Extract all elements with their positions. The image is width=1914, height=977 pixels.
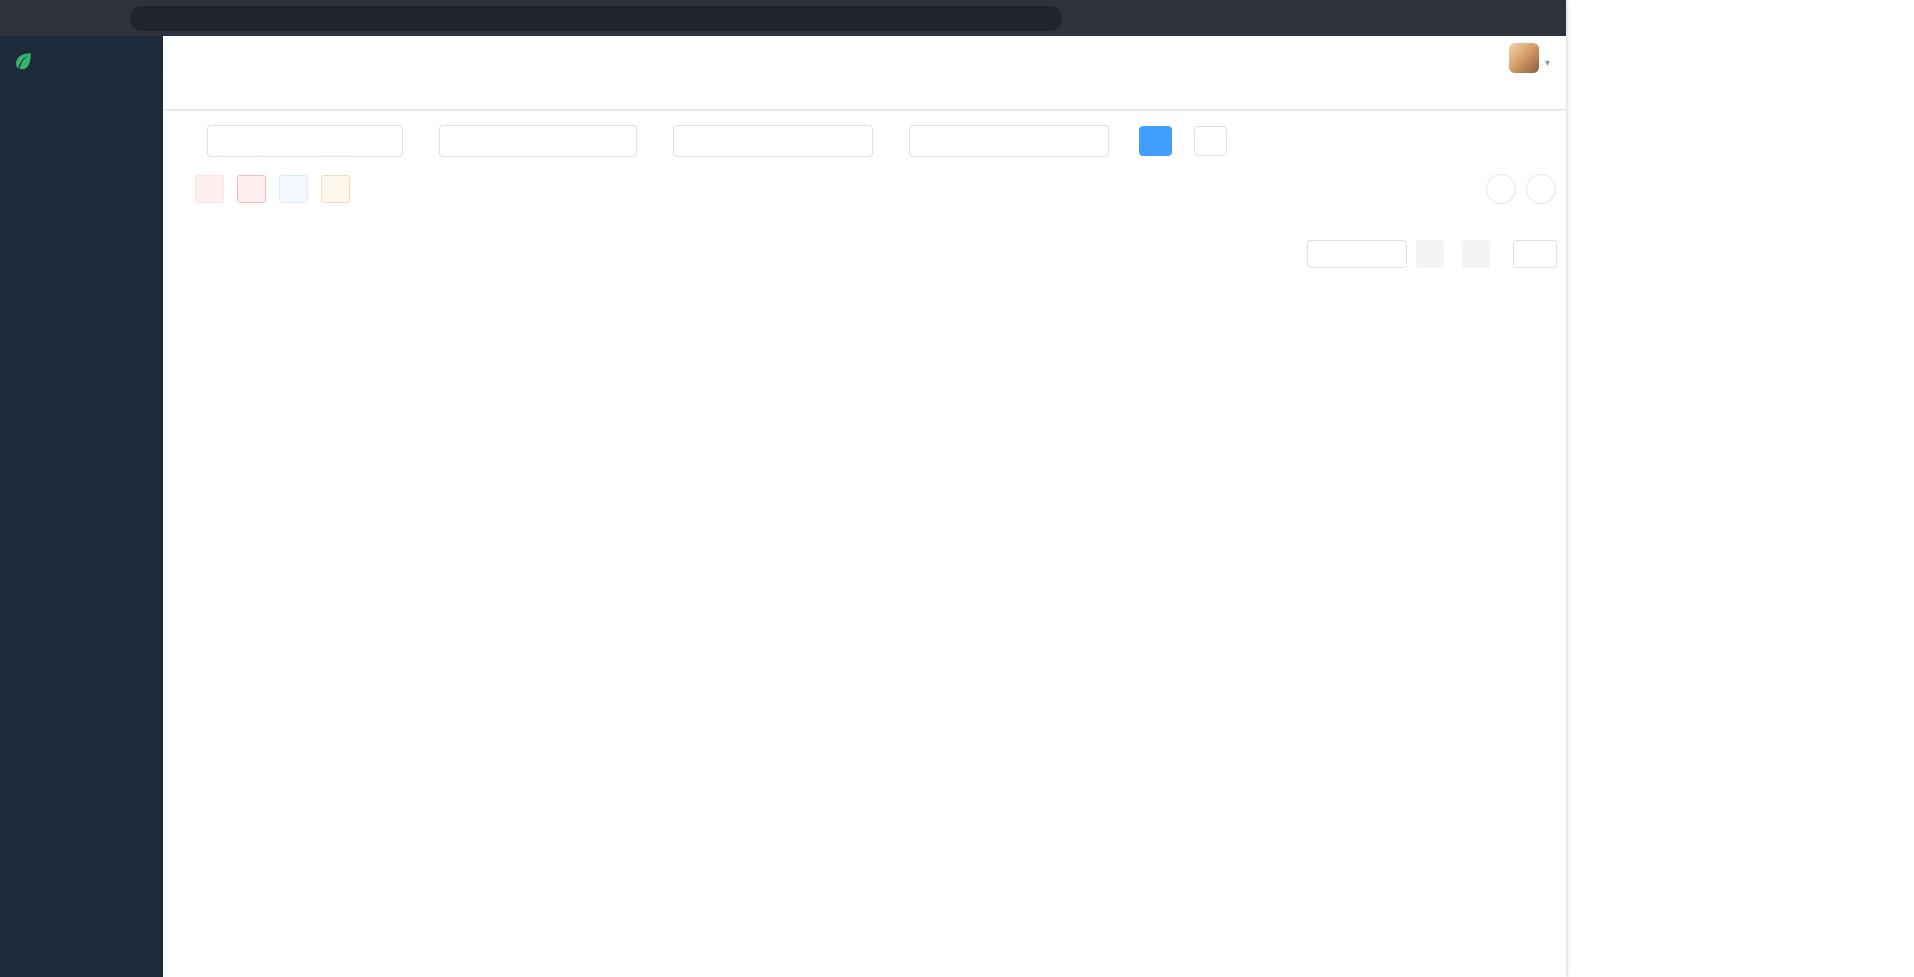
goto-page-input[interactable]	[1513, 240, 1557, 268]
app-logo	[0, 36, 163, 86]
avatar-caret-icon: ▾	[1545, 58, 1550, 69]
browser-home-button[interactable]	[88, 4, 118, 32]
address-bar[interactable]	[130, 6, 1062, 31]
main-area: ▾	[163, 36, 1566, 977]
unlock-button[interactable]	[279, 175, 308, 203]
reset-button[interactable]	[1194, 126, 1227, 156]
page-content	[163, 110, 1566, 977]
action-bar	[195, 174, 1556, 204]
topbar: ▾	[163, 36, 1566, 80]
app-frame: ▾	[0, 36, 1566, 977]
next-page-button[interactable]	[1462, 240, 1490, 268]
user-name-input[interactable]	[439, 125, 637, 157]
search-button[interactable]	[1139, 126, 1172, 156]
topbar-actions: ▾	[1493, 43, 1550, 73]
reload-button[interactable]	[50, 4, 80, 32]
sidebar	[0, 36, 163, 977]
page-size-select[interactable]	[1307, 240, 1407, 268]
filter-bar	[195, 120, 1556, 162]
clear-button[interactable]	[237, 175, 266, 203]
pagination	[195, 240, 1563, 268]
toggle-search-button[interactable]	[1486, 174, 1516, 204]
browser-chrome	[0, 0, 1566, 36]
leaf-logo-icon	[12, 50, 34, 72]
back-button[interactable]	[12, 4, 42, 32]
table-tools	[1486, 174, 1556, 204]
delete-button[interactable]	[195, 175, 224, 203]
login-ip-input[interactable]	[207, 125, 403, 157]
user-avatar[interactable]	[1509, 43, 1539, 73]
refresh-table-button[interactable]	[1526, 174, 1556, 204]
tabs-bar	[163, 80, 1566, 110]
prev-page-button[interactable]	[1416, 240, 1444, 268]
browser-window: ▾	[0, 0, 1566, 977]
export-button[interactable]	[321, 175, 350, 203]
login-status-select[interactable]	[673, 125, 873, 157]
login-time-range-picker[interactable]	[909, 125, 1109, 157]
